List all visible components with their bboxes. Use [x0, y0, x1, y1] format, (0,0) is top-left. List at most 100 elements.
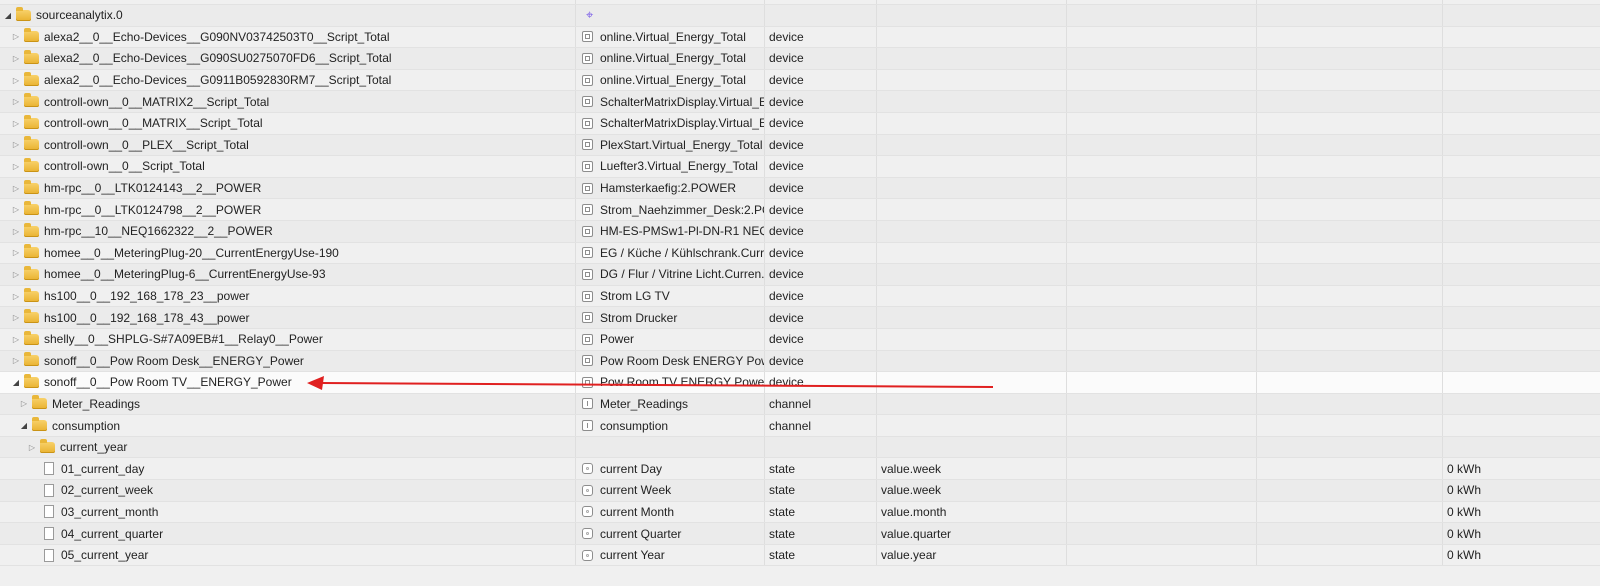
collapse-toggle-icon[interactable]: ▷: [10, 313, 22, 322]
object-value-label: 0 kWh: [1447, 461, 1482, 476]
object-type-label: channel: [769, 418, 812, 433]
file-icon: [44, 548, 54, 562]
object-type-label: device: [769, 137, 804, 152]
tree-row[interactable]: ▷ controll-own__0__Script_Total Luefter3.…: [0, 156, 1600, 178]
object-type-label: device: [769, 51, 804, 66]
collapse-toggle-icon[interactable]: ▷: [10, 248, 22, 257]
tree-row[interactable]: ▷ controll-own__0__MATRIX2__Script_Total …: [0, 91, 1600, 113]
folder-icon: [24, 157, 39, 172]
tree-row[interactable]: ▷ hm-rpc__0__LTK0124798__2__POWER Strom_N…: [0, 199, 1600, 221]
device-type-icon: [582, 96, 593, 108]
object-id-label: 01_current_day: [61, 461, 145, 476]
tree-row[interactable]: ▷ hm-rpc__0__LTK0124143__2__POWER Hamster…: [0, 177, 1600, 200]
object-id-label: hm-rpc__0__LTK0124143__2__POWER: [44, 181, 262, 196]
expand-toggle-icon[interactable]: ◢: [2, 11, 14, 20]
expand-toggle-icon[interactable]: ◢: [18, 421, 30, 430]
tree-row-root[interactable]: ◢ sourceanalytix.0 ⌖: [0, 5, 1600, 27]
object-role-label: value.month: [881, 504, 947, 519]
collapse-toggle-icon[interactable]: ▷: [18, 399, 30, 408]
tree-row[interactable]: ▷ alexa2__0__Echo-Devices__G0911B0592830R…: [0, 69, 1600, 92]
object-name-label: current Year: [600, 548, 665, 563]
folder-icon: [32, 395, 47, 410]
tree-row[interactable]: ▷ hm-rpc__10__NEQ1662322__2__POWER HM-ES-…: [0, 220, 1600, 243]
folder-icon: [24, 93, 39, 108]
tree-row[interactable]: ▷ Meter_Readings Meter_Readings channel: [0, 393, 1600, 416]
object-name-label: Power: [600, 332, 635, 347]
tree-row[interactable]: ▷ shelly__0__SHPLG-S#7A09EB#1__Relay0__Po…: [0, 328, 1600, 351]
device-type-icon: [582, 268, 593, 280]
tree-row[interactable]: ▷ homee__0__MeteringPlug-6__CurrentEnergy…: [0, 264, 1600, 286]
tree-row[interactable]: 03_current_month current Month state val…: [0, 501, 1600, 524]
collapse-toggle-icon[interactable]: ▷: [10, 270, 22, 279]
device-type-icon: [582, 182, 593, 194]
object-type-label: device: [769, 267, 804, 282]
tree-row[interactable]: ▷ homee__0__MeteringPlug-20__CurrentEnerg…: [0, 242, 1600, 265]
object-name-label: Meter_Readings: [600, 396, 689, 411]
folder-icon: [16, 6, 31, 21]
collapse-toggle-icon[interactable]: ▷: [10, 184, 22, 193]
collapse-toggle-icon[interactable]: ▷: [10, 97, 22, 106]
tree-row[interactable]: ▷ controll-own__0__PLEX__Script_Total Ple…: [0, 134, 1600, 157]
object-type-label: state: [769, 548, 796, 563]
device-type-icon: [582, 204, 593, 216]
object-type-label: device: [769, 73, 804, 88]
tree-row[interactable]: ◢ sonoff__0__Pow Room TV__ENERGY_Power Po…: [0, 372, 1600, 394]
object-name-label: SchalterMatrixDisplay.Virtual_E...: [600, 94, 765, 109]
collapse-toggle-icon[interactable]: ▷: [10, 54, 22, 63]
folder-icon: [24, 222, 39, 237]
tree-row[interactable]: 05_current_year current Year state value…: [0, 544, 1600, 567]
channel-type-icon: [582, 398, 593, 410]
collapse-toggle-icon[interactable]: ▷: [10, 292, 22, 301]
object-type-label: device: [769, 159, 804, 174]
object-id-label: current_year: [60, 440, 128, 455]
tree-row[interactable]: 02_current_week current Week state value…: [0, 480, 1600, 502]
tree-row[interactable]: ▷ hs100__0__192_168_178_43__power Strom D…: [0, 307, 1600, 329]
object-name-label: Pow Room Desk ENERGY Power: [600, 353, 765, 368]
collapse-toggle-icon[interactable]: ▷: [10, 76, 22, 85]
object-name-label: current Quarter: [600, 526, 682, 541]
expand-toggle-icon[interactable]: ◢: [10, 378, 22, 387]
object-name-label: Strom_Naehzimmer_Desk:2.PO...: [600, 202, 765, 217]
object-id-label: homee__0__MeteringPlug-20__CurrentEnergy…: [44, 245, 339, 260]
device-type-icon: [582, 74, 593, 86]
object-type-label: device: [769, 310, 804, 325]
tree-row[interactable]: 04_current_quarter current Quarter state…: [0, 523, 1600, 545]
collapse-toggle-icon[interactable]: ▷: [10, 140, 22, 149]
folder-icon: [24, 71, 39, 86]
tree-row[interactable]: 01_current_day current Day state value.w…: [0, 458, 1600, 481]
object-name-label: Pow Room TV ENERGY Power: [600, 375, 765, 390]
object-name-label: Strom Drucker: [600, 310, 678, 325]
state-type-icon: [582, 484, 593, 496]
collapse-toggle-icon[interactable]: ▷: [10, 32, 22, 41]
collapse-toggle-icon[interactable]: ▷: [10, 119, 22, 128]
object-type-label: channel: [769, 396, 812, 411]
object-type-label: device: [769, 94, 804, 109]
folder-icon: [24, 373, 39, 388]
tree-row[interactable]: ▷ sonoff__0__Pow Room Desk__ENERGY_Power …: [0, 350, 1600, 373]
folder-icon: [24, 179, 39, 194]
object-type-label: state: [769, 461, 796, 476]
folder-icon: [24, 136, 39, 151]
tree-row[interactable]: ▷ current_year: [0, 436, 1600, 459]
object-id-label: hm-rpc__0__LTK0124798__2__POWER: [44, 202, 262, 217]
object-id-label: shelly__0__SHPLG-S#7A09EB#1__Relay0__Pow…: [44, 332, 323, 347]
object-type-label: state: [769, 526, 796, 541]
device-type-icon: [582, 160, 593, 172]
tree-row[interactable]: ▷ hs100__0__192_168_178_23__power Strom L…: [0, 285, 1600, 308]
tree-row[interactable]: ▷ alexa2__0__Echo-Devices__G090NV03742503…: [0, 26, 1600, 49]
tree-row[interactable]: ◢ consumption consumption channel: [0, 415, 1600, 437]
collapse-toggle-icon[interactable]: ▷: [10, 335, 22, 344]
collapse-toggle-icon[interactable]: ▷: [10, 356, 22, 365]
tree-row[interactable]: ▷ alexa2__0__Echo-Devices__G090SU0275070F…: [0, 48, 1600, 70]
object-value-label: 0 kWh: [1447, 548, 1482, 563]
object-id-label: 03_current_month: [61, 504, 159, 519]
collapse-toggle-icon[interactable]: ▷: [26, 443, 38, 452]
collapse-toggle-icon[interactable]: ▷: [10, 162, 22, 171]
tree-row[interactable]: ▷ controll-own__0__MATRIX__Script_Total S…: [0, 112, 1600, 135]
folder-icon: [24, 287, 39, 302]
device-type-icon: [582, 225, 593, 237]
object-id-label: sonoff__0__Pow Room Desk__ENERGY_Power: [44, 353, 304, 368]
object-id-label: hm-rpc__10__NEQ1662322__2__POWER: [44, 224, 273, 239]
collapse-toggle-icon[interactable]: ▷: [10, 227, 22, 236]
collapse-toggle-icon[interactable]: ▷: [10, 205, 22, 214]
